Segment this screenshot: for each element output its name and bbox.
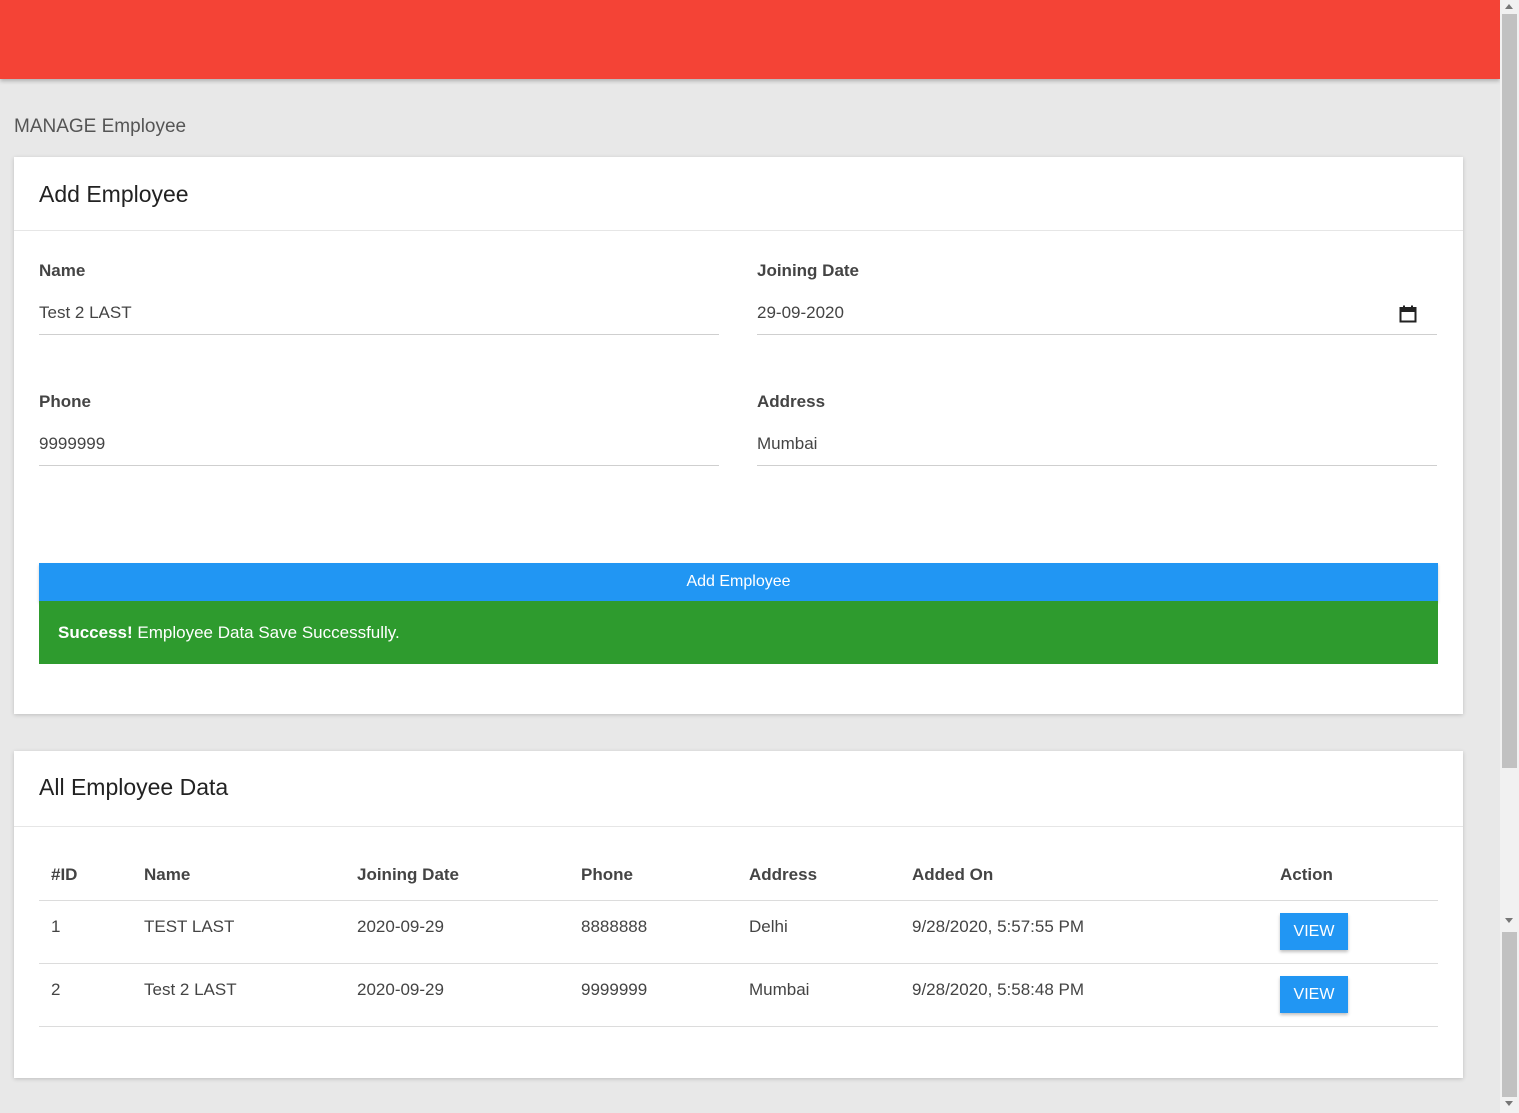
add-employee-card: Add Employee Name Test 2 LAST Joining Da…	[14, 157, 1463, 714]
table-row: 2 Test 2 LAST 2020-09-29 9999999 Mumbai …	[39, 964, 1438, 1027]
view-button[interactable]: VIEW	[1280, 913, 1348, 950]
header-action: Action	[1280, 865, 1333, 884]
header-name: Name	[144, 865, 191, 884]
header-phone: Phone	[581, 865, 633, 884]
phone-input[interactable]: 9999999	[39, 431, 719, 466]
vertical-scrollbar[interactable]	[1500, 0, 1519, 1113]
table-row: 1 TEST LAST 2020-09-29 8888888 Delhi 9/2…	[39, 901, 1438, 964]
phone-label: Phone	[39, 392, 91, 411]
success-alert: Success! Employee Data Save Successfully…	[39, 601, 1438, 664]
header-joining-date: Joining Date	[357, 865, 460, 884]
scroll-up-arrow-icon[interactable]	[1505, 4, 1513, 9]
joining-date-label: Joining Date	[757, 261, 860, 280]
header-added-on: Added On	[912, 865, 994, 884]
cell-name: TEST LAST	[144, 917, 235, 936]
cell-joining-date: 2020-09-29	[357, 917, 444, 936]
cell-address: Delhi	[749, 917, 788, 936]
name-label: Name	[39, 261, 86, 280]
calendar-icon[interactable]	[1399, 305, 1417, 323]
scroll-down-arrow-bottom-icon[interactable]	[1505, 1101, 1513, 1106]
cell-added-on: 9/28/2020, 5:58:48 PM	[912, 980, 1085, 999]
scroll-down-arrow-icon[interactable]	[1505, 918, 1513, 923]
employee-table: #ID Name Joining Date Phone Address Adde…	[39, 849, 1438, 1027]
scrollbar-thumb-lower[interactable]	[1502, 932, 1517, 1097]
cell-name: Test 2 LAST	[144, 980, 237, 999]
cell-id: 1	[51, 917, 61, 936]
page-title: MANAGE Employee	[14, 116, 187, 137]
name-input[interactable]: Test 2 LAST	[39, 300, 719, 335]
cell-added-on: 9/28/2020, 5:57:55 PM	[912, 917, 1085, 936]
address-label: Address	[757, 392, 826, 411]
address-input[interactable]: Mumbai	[757, 431, 1437, 466]
top-app-bar	[0, 0, 1500, 79]
cell-id: 2	[51, 980, 61, 999]
add-employee-card-title: Add Employee	[14, 157, 1463, 231]
alert-strong-text: Success!	[58, 623, 133, 642]
header-address: Address	[749, 865, 818, 884]
cell-phone: 8888888	[581, 917, 648, 936]
cell-address: Mumbai	[749, 980, 810, 999]
joining-date-input[interactable]: 29-09-2020	[757, 300, 1437, 335]
alert-message: Employee Data Save Successfully.	[132, 623, 400, 642]
employee-data-card-title: All Employee Data	[14, 751, 1463, 827]
cell-joining-date: 2020-09-29	[357, 980, 444, 999]
joining-date-value: 29-09-2020	[757, 303, 844, 322]
employee-data-card: All Employee Data #ID Name Joining Date …	[14, 751, 1463, 1078]
table-header-row: #ID Name Joining Date Phone Address Adde…	[39, 849, 1438, 901]
scrollbar-thumb[interactable]	[1502, 14, 1517, 768]
header-id: #ID	[51, 865, 78, 884]
cell-phone: 9999999	[581, 980, 648, 999]
add-employee-button[interactable]: Add Employee	[39, 563, 1438, 601]
view-button[interactable]: VIEW	[1280, 976, 1348, 1013]
